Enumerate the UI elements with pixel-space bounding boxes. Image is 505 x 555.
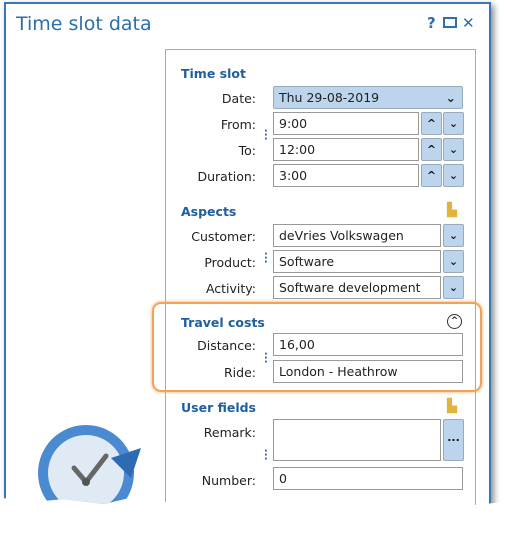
- to-label: To:: [238, 143, 256, 158]
- duration-input[interactable]: 3:00: [273, 164, 419, 187]
- dialog-window: Time slot data ? ✕ Time slot Date: Thu 2…: [4, 2, 491, 512]
- date-label: Date:: [221, 91, 256, 106]
- remark-input[interactable]: [273, 419, 441, 461]
- travel-costs-highlight: [152, 302, 482, 392]
- to-up-button[interactable]: ^: [421, 138, 442, 161]
- close-button[interactable]: ✕: [462, 14, 475, 32]
- date-value: Thu 29-08-2019: [279, 90, 380, 105]
- from-up-button[interactable]: ^: [421, 112, 442, 135]
- to-down-button[interactable]: ⌄: [443, 138, 464, 161]
- number-input[interactable]: 0: [273, 467, 463, 490]
- section-time-slot: Time slot: [181, 66, 246, 81]
- activity-dropdown-button[interactable]: ⌄: [443, 276, 464, 299]
- section-aspects: Aspects: [181, 204, 237, 219]
- pin-icon[interactable]: ▙: [447, 203, 457, 218]
- from-label: From:: [220, 117, 256, 132]
- clock-refresh-icon: [38, 425, 141, 512]
- activity-input[interactable]: Software development: [273, 276, 441, 299]
- form-panel: Time slot Date: Thu 29-08-2019 ⌄ From: 9:…: [165, 49, 476, 512]
- pin-icon[interactable]: ▙: [447, 399, 457, 414]
- from-down-button[interactable]: ⌄: [443, 112, 464, 135]
- chevron-down-icon: ⌄: [445, 90, 456, 105]
- window-title: Time slot data: [16, 13, 152, 35]
- date-dropdown[interactable]: Thu 29-08-2019 ⌄: [273, 86, 463, 109]
- product-input[interactable]: Software: [273, 250, 441, 273]
- remark-more-button[interactable]: ...: [443, 419, 464, 461]
- customer-input[interactable]: deVries Volkswagen: [273, 224, 441, 247]
- group-dots-icon: · · ·: [264, 126, 268, 145]
- maximize-icon[interactable]: [443, 17, 457, 28]
- remark-label: Remark:: [203, 425, 256, 440]
- group-dots-icon: · · ·: [264, 249, 268, 268]
- help-button[interactable]: ?: [427, 14, 436, 32]
- product-dropdown-button[interactable]: ⌄: [443, 250, 464, 273]
- duration-label: Duration:: [197, 169, 256, 184]
- group-dots-icon: · · ·: [264, 446, 268, 465]
- number-label: Number:: [201, 473, 256, 488]
- product-label: Product:: [204, 255, 256, 270]
- section-user-fields: User fields: [181, 400, 256, 415]
- to-input[interactable]: 12:00: [273, 138, 419, 161]
- duration-up-button[interactable]: ^: [421, 164, 442, 187]
- customer-label: Customer:: [191, 229, 256, 244]
- from-input[interactable]: 9:00: [273, 112, 419, 135]
- customer-dropdown-button[interactable]: ⌄: [443, 224, 464, 247]
- activity-label: Activity:: [205, 281, 256, 296]
- duration-down-button[interactable]: ⌄: [443, 164, 464, 187]
